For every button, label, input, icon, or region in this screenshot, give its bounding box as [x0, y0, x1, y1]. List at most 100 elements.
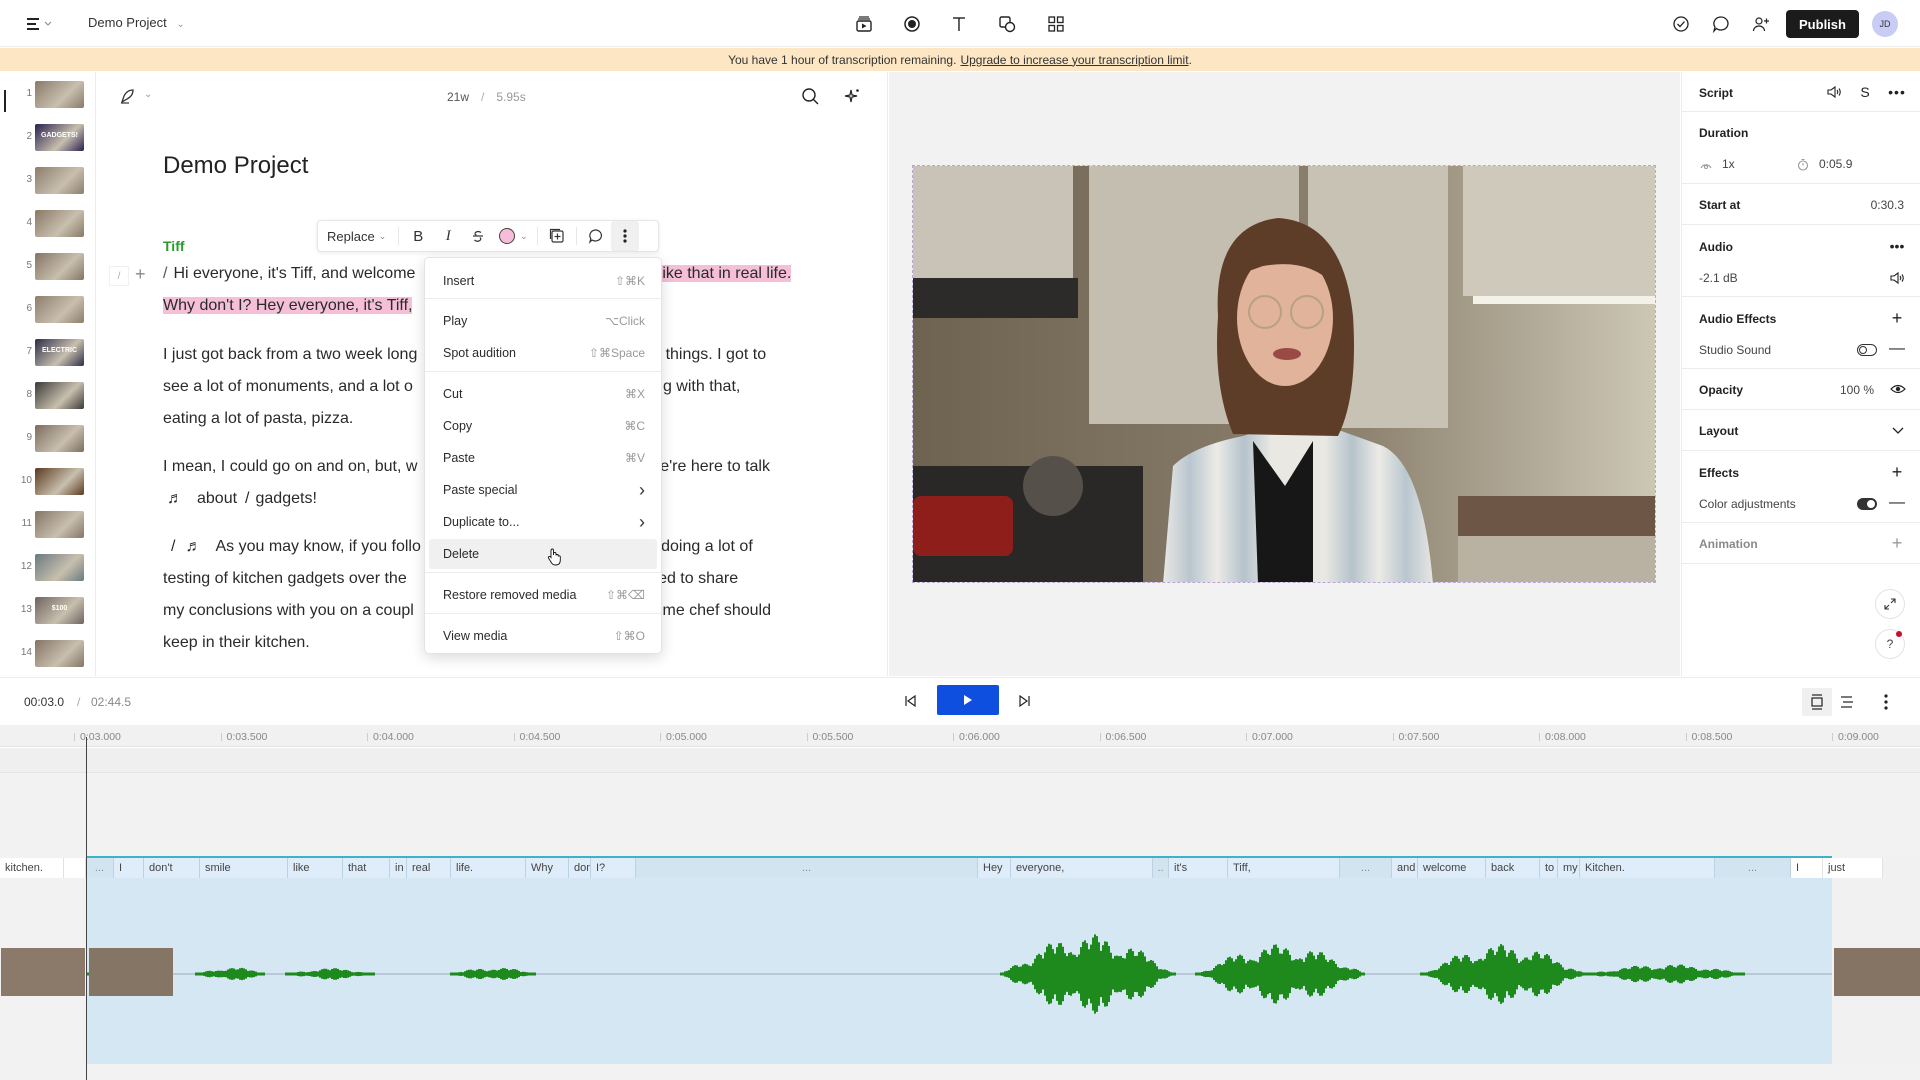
- skip-forward-icon[interactable]: [1017, 694, 1031, 708]
- word-chip[interactable]: just: [1823, 858, 1883, 878]
- more-options-icon[interactable]: •••: [1888, 83, 1906, 101]
- menu-item-paste-special[interactable]: Paste special ›: [429, 475, 657, 505]
- line-gutter-handle[interactable]: /: [109, 266, 129, 286]
- menu-item-paste[interactable]: Paste ⌘V: [429, 443, 657, 473]
- word-gap[interactable]: ...: [1715, 858, 1791, 878]
- stock-voice-icon[interactable]: S: [1856, 83, 1874, 101]
- italic-button[interactable]: I: [433, 221, 463, 251]
- word-chip[interactable]: it's: [1169, 858, 1228, 878]
- timeline-more-icon[interactable]: [1884, 694, 1888, 710]
- speed-value[interactable]: 1x: [1722, 157, 1735, 171]
- script-view-icon[interactable]: [1840, 695, 1854, 709]
- word-chip[interactable]: Why: [526, 858, 569, 878]
- video-frame[interactable]: [912, 165, 1656, 583]
- studio-sound-toggle[interactable]: [1857, 344, 1877, 356]
- text-icon[interactable]: [947, 12, 971, 36]
- check-circle-icon[interactable]: [1669, 12, 1693, 36]
- add-line-icon[interactable]: +: [135, 264, 146, 285]
- speaker-icon[interactable]: [1825, 83, 1843, 101]
- add-animation-icon[interactable]: +: [1888, 533, 1906, 553]
- word-gap[interactable]: ..: [1153, 858, 1169, 878]
- scene-item[interactable]: 5: [0, 250, 95, 286]
- add-effect-icon[interactable]: +: [1888, 462, 1906, 482]
- word-chip[interactable]: in: [390, 858, 407, 878]
- comment-icon[interactable]: [581, 221, 611, 251]
- menu-item-view-media[interactable]: View media ⇧⌘O: [429, 621, 657, 651]
- help-button[interactable]: ?: [1875, 629, 1905, 659]
- word-chip[interactable]: kitchen.: [0, 858, 64, 878]
- start-at-value[interactable]: 0:30.3: [1871, 198, 1904, 212]
- strikethrough-button[interactable]: [463, 221, 493, 251]
- scene-item[interactable]: 8: [0, 379, 95, 415]
- scene-item[interactable]: 14: [0, 637, 95, 673]
- grid-icon[interactable]: [1044, 12, 1068, 36]
- scene-item[interactable]: 7 ELECTRIC: [0, 336, 95, 372]
- skip-back-icon[interactable]: [904, 694, 918, 708]
- scene-item[interactable]: 13 $100: [0, 594, 95, 630]
- opacity-value[interactable]: 100 %: [1840, 383, 1874, 397]
- word-chip[interactable]: welcome: [1418, 858, 1486, 878]
- word-chip[interactable]: real: [407, 858, 451, 878]
- scene-item[interactable]: 12: [0, 551, 95, 587]
- color-adjustments-toggle[interactable]: [1857, 498, 1877, 510]
- word-chip[interactable]: like: [288, 858, 343, 878]
- scene-item[interactable]: 4: [0, 207, 95, 243]
- word-gap[interactable]: ...: [86, 858, 114, 878]
- comment-icon[interactable]: [1709, 12, 1733, 36]
- pen-icon[interactable]: [119, 87, 139, 107]
- layout-section[interactable]: Layout: [1682, 410, 1920, 451]
- remove-studio-sound-icon[interactable]: —: [1888, 340, 1906, 358]
- word-chip[interactable]: don: [569, 858, 591, 878]
- scene-item[interactable]: 3: [0, 164, 95, 200]
- search-icon[interactable]: [801, 87, 820, 106]
- bold-button[interactable]: B: [403, 221, 433, 251]
- scene-item[interactable]: 9: [0, 422, 95, 458]
- document-title[interactable]: Demo Project: [163, 152, 308, 180]
- shapes-icon[interactable]: [995, 12, 1019, 36]
- duration-value[interactable]: 0:05.9: [1819, 157, 1852, 171]
- eye-icon[interactable]: [1889, 380, 1907, 398]
- timeline-ruler[interactable]: 0:03.000 0:03.500 0:04.000 0:04.500 0:05.000…: [0, 725, 1920, 747]
- scene-item[interactable]: 2 GADGETS!: [0, 121, 95, 157]
- word-chip[interactable]: back: [1486, 858, 1540, 878]
- word-chip[interactable]: that: [343, 858, 390, 878]
- add-scene-icon[interactable]: [542, 221, 572, 251]
- word-chip[interactable]: Kitchen.: [1580, 858, 1715, 878]
- speaker-label[interactable]: Tiff: [163, 238, 185, 254]
- replace-dropdown[interactable]: Replace ⌄: [318, 221, 394, 251]
- audio-gain-value[interactable]: -2.1 dB: [1699, 271, 1738, 285]
- selected-clip[interactable]: [86, 856, 1832, 1064]
- project-name[interactable]: Demo Project ⌄: [88, 15, 185, 30]
- word-chip[interactable]: and: [1392, 858, 1418, 878]
- word-chip[interactable]: I: [1791, 858, 1823, 878]
- scene-item[interactable]: 10: [0, 465, 95, 501]
- add-audio-effect-icon[interactable]: +: [1888, 308, 1906, 328]
- record-icon[interactable]: [900, 12, 924, 36]
- menu-item-spot-audition[interactable]: Spot audition ⇧⌘Space: [429, 338, 657, 368]
- upgrade-link[interactable]: Upgrade to increase your transcription l…: [960, 53, 1188, 67]
- highlight-color-picker[interactable]: ⌄: [493, 221, 533, 251]
- word-gap[interactable]: ...: [1340, 858, 1392, 878]
- word-chip[interactable]: life.: [451, 858, 526, 878]
- word-chip[interactable]: my: [1558, 858, 1580, 878]
- volume-icon[interactable]: [1888, 269, 1906, 287]
- menu-item-play[interactable]: Play ⌥Click: [429, 306, 657, 336]
- avatar[interactable]: JD: [1872, 11, 1898, 37]
- word-gap[interactable]: ...: [636, 858, 978, 878]
- play-button[interactable]: [937, 685, 999, 715]
- chevron-down-icon[interactable]: [1889, 422, 1907, 440]
- word-chip[interactable]: Hey: [978, 858, 1011, 878]
- scene-item[interactable]: 1: [0, 78, 95, 114]
- word-chip[interactable]: I: [114, 858, 144, 878]
- speed-icon[interactable]: [1697, 155, 1715, 173]
- word-chip[interactable]: [64, 858, 86, 878]
- add-user-icon[interactable]: [1749, 12, 1773, 36]
- word-chip[interactable]: everyone,: [1011, 858, 1153, 878]
- audio-more-icon[interactable]: •••: [1888, 237, 1906, 255]
- scene-item[interactable]: 11: [0, 508, 95, 544]
- more-options-icon[interactable]: [611, 221, 640, 251]
- word-chip[interactable]: to: [1540, 858, 1558, 878]
- menu-chevron-down-icon[interactable]: [42, 12, 54, 36]
- menu-item-duplicate-to[interactable]: Duplicate to... ›: [429, 507, 657, 537]
- publish-button[interactable]: Publish: [1786, 10, 1859, 38]
